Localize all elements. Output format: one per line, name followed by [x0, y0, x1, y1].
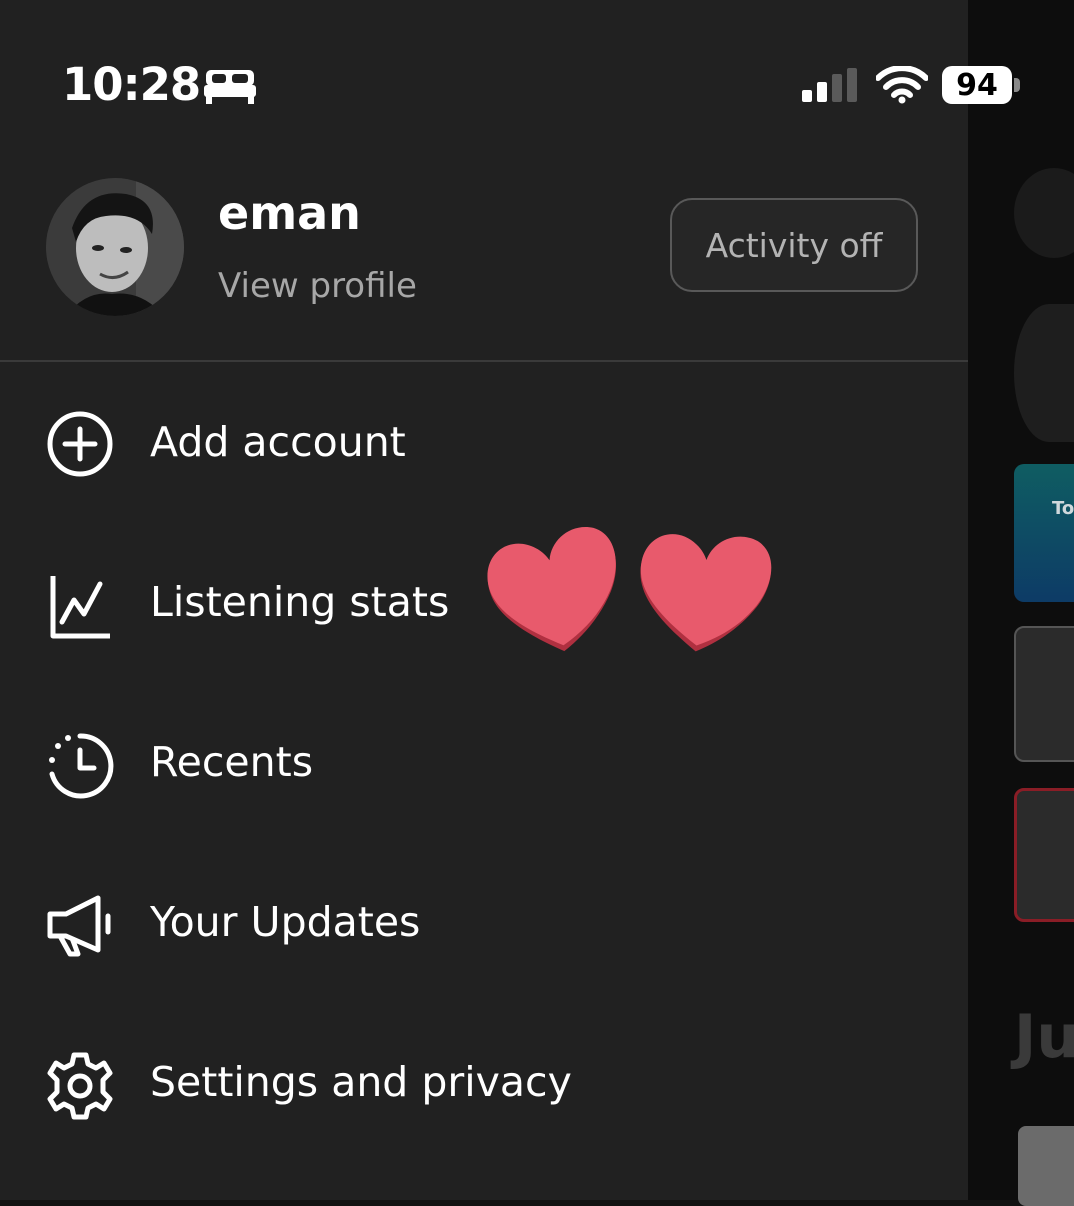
view-profile-link[interactable]: View profile — [218, 266, 417, 306]
stats-chart-icon — [50, 576, 110, 639]
menu-label: Recents — [150, 738, 314, 786]
battery-level: 94 — [942, 66, 1012, 104]
menu-item-settings-privacy[interactable]: Settings and privacy — [0, 1024, 968, 1144]
signal-icon — [802, 68, 857, 102]
profile-name[interactable]: eman — [218, 186, 361, 240]
avatar-photo — [46, 178, 184, 316]
peek-card-text: To — [1052, 498, 1074, 519]
wifi-icon — [876, 66, 928, 104]
menu-item-your-updates[interactable]: Your Updates — [0, 864, 968, 984]
menu-item-recents[interactable]: Recents — [0, 704, 968, 824]
status-time: 10:28 — [62, 58, 201, 111]
divider — [0, 360, 968, 362]
menu-label: Settings and privacy — [150, 1058, 572, 1106]
peek-heading: Ju — [1014, 1002, 1074, 1072]
menu-label: Add account — [150, 418, 406, 466]
gear-icon — [47, 1052, 113, 1120]
side-drawer: 10:28 94 eman View profile Activity off … — [0, 0, 1020, 1200]
peek-card-album-1 — [1014, 626, 1074, 762]
menu-label: Your Updates — [150, 898, 421, 946]
battery-icon: 94 — [942, 66, 1014, 104]
menu-item-add-account[interactable]: Add account — [0, 384, 968, 504]
bed-icon — [204, 70, 256, 104]
avatar[interactable] — [46, 178, 184, 316]
heart-sticker-icon — [487, 527, 772, 652]
add-circle-icon — [47, 411, 113, 477]
menu-label: Listening stats — [150, 578, 450, 626]
battery-nub — [1014, 78, 1020, 92]
recents-clock-icon — [49, 733, 114, 799]
peek-bottom-card — [1018, 1126, 1074, 1206]
peek-card-album-2 — [1014, 788, 1074, 922]
megaphone-icon — [47, 895, 111, 957]
activity-toggle-button[interactable]: Activity off — [670, 198, 918, 292]
peek-card-playlist — [1014, 464, 1074, 602]
